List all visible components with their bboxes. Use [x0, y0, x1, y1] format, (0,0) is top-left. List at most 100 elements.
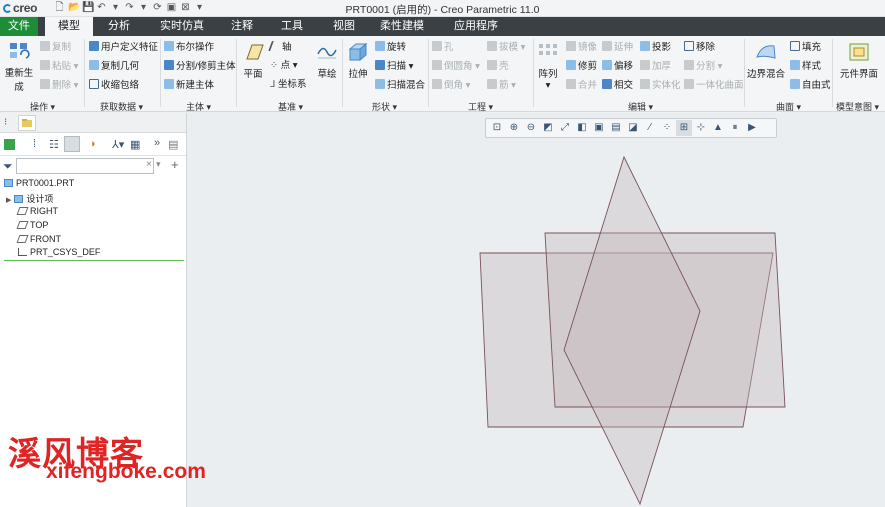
extrude-button[interactable]: 拉伸 [344, 41, 372, 80]
new-body-button[interactable]: 新建主体 [164, 79, 214, 92]
style-button[interactable]: 样式 [790, 60, 821, 73]
tree-search-input[interactable] [16, 158, 154, 174]
copy-geometry-button[interactable]: 复制几何 [89, 60, 139, 73]
insert-indicator[interactable] [4, 260, 184, 261]
group-label-datum[interactable]: 基准 ▾ [278, 100, 303, 113]
expand-arrow-icon[interactable]: ▶ [6, 197, 11, 204]
intersect-button[interactable]: 相交 [602, 79, 633, 92]
ribbon-separator [160, 39, 161, 107]
rib-button[interactable]: 筋 ▾ [487, 79, 516, 92]
user-defined-feature-button[interactable]: 用户定义特征 [89, 41, 158, 54]
menu-file[interactable]: 文件 [0, 17, 38, 36]
mirror-button[interactable]: 镜像 [566, 41, 597, 54]
group-label-model-intent[interactable]: 模型意图 ▾ [836, 100, 879, 113]
remove-button[interactable]: 移除 [684, 41, 715, 54]
pattern-button[interactable]: 阵列 ▾ [535, 41, 561, 91]
axis-button[interactable]: 轴 [268, 41, 292, 54]
merge-button[interactable]: 合并 [566, 79, 597, 92]
folder-browser-tab[interactable] [18, 115, 36, 131]
menu-model[interactable]: 模型 [45, 17, 93, 36]
split-button[interactable]: 分割 ▾ [684, 60, 722, 73]
menu-applications[interactable]: 应用程序 [446, 17, 506, 36]
group-label-get-data[interactable]: 获取数据 ▾ [100, 100, 143, 113]
style-icon [790, 60, 800, 70]
title-bar: creo 🗋 📂 💾 ↶ ▾ ↷ ▾ ⟳ ▣ ⊠ ▾ PRT0001 (启用的)… [0, 0, 885, 17]
project-button[interactable]: 投影 [640, 41, 671, 54]
sweep-button[interactable]: 扫描 ▾ [375, 60, 413, 73]
tree-item-design-items[interactable]: ▶ 设计项 [6, 192, 53, 205]
tree-item-right[interactable]: RIGHT [16, 206, 58, 216]
copy-button[interactable]: 复制 [40, 41, 71, 54]
split-icon [684, 60, 694, 70]
point-icon: ⁘ [270, 60, 281, 71]
show-tree-icon[interactable]: ⁞ [33, 138, 36, 150]
columns-icon[interactable] [64, 136, 80, 152]
plane-button[interactable]: 平面 [240, 41, 266, 80]
list-view-icon[interactable]: ☷ [49, 138, 59, 151]
menu-annotate[interactable]: 注释 [220, 17, 264, 36]
tree-item-top[interactable]: TOP [16, 220, 48, 230]
tree-item-part[interactable]: PRT0001.PRT [4, 178, 74, 188]
group-label-operations[interactable]: 操作 ▾ [30, 100, 55, 113]
round-button[interactable]: 倒圆角 ▾ [432, 60, 480, 73]
delete-button[interactable]: 删除 ▾ [40, 79, 78, 92]
extend-button[interactable]: 延伸 [602, 41, 633, 54]
add-column-icon[interactable]: + [171, 157, 179, 172]
folder-icon [22, 119, 32, 127]
tree-item-csys[interactable]: PRT_CSYS_DEF [18, 247, 100, 257]
filter-dropdown-icon[interactable]: ▾ [156, 159, 161, 170]
unify-surface-button[interactable]: 一体化曲面 [684, 79, 744, 92]
hole-button[interactable]: 孔 [432, 41, 454, 54]
notes-icon[interactable]: ▤ [168, 138, 178, 151]
trim-button[interactable]: 修剪 [566, 60, 597, 73]
copy-icon [40, 41, 50, 51]
round-icon [432, 60, 442, 70]
shell-button[interactable]: 壳 [487, 60, 509, 73]
menu-flexible-modeling[interactable]: 柔性建模 [372, 17, 432, 36]
boundary-blend-button[interactable]: 边界混合 [746, 41, 786, 80]
solidify-button[interactable]: 实体化 [640, 79, 681, 92]
menu-analysis[interactable]: 分析 [96, 17, 142, 36]
solidify-icon [640, 79, 650, 89]
group-label-engineering[interactable]: 工程 ▾ [468, 100, 493, 113]
group-label-surfaces[interactable]: 曲面 ▾ [776, 100, 801, 113]
menu-tools[interactable]: 工具 [270, 17, 314, 36]
swept-blend-button[interactable]: 扫描混合 [375, 79, 425, 92]
tree-filter-icon[interactable]: ⅄▾ [112, 138, 124, 151]
remove-icon [684, 41, 694, 51]
more-icon[interactable]: » [154, 137, 160, 149]
feature-icon[interactable]: ◗ [90, 138, 97, 150]
graphics-area[interactable]: ⊡ ⊕ ⊖ ◩ ⤢ ◧ ▣ ▤ ◪ ⁄ ⁘ ⊞ ⊹ ▲ ⏸ ▶ [188, 113, 885, 507]
point-button[interactable]: ⁘ 点 ▾ [270, 60, 298, 72]
model-tree-tab-icon[interactable]: ⁝ [4, 117, 7, 128]
menu-view[interactable]: 视图 [322, 17, 366, 36]
clear-filter-icon[interactable]: × [146, 159, 152, 170]
ribbon-separator [832, 39, 833, 107]
paste-button[interactable]: 粘贴 ▾ [40, 60, 78, 73]
chamfer-button[interactable]: 倒角 ▾ [432, 79, 470, 92]
settings-icon[interactable]: ▦ [130, 138, 140, 151]
thicken-button[interactable]: 加厚 [640, 60, 671, 73]
group-label-shapes[interactable]: 形状 ▾ [372, 100, 397, 113]
split-trim-body-button[interactable]: 分割/修剪主体 [164, 60, 236, 73]
model-view [479, 155, 786, 506]
regenerate-button[interactable]: 重新生成 [2, 40, 36, 93]
offset-button[interactable]: 偏移 [602, 60, 633, 73]
datum-plane-right[interactable] [563, 155, 701, 506]
menu-live-simulation[interactable]: 实时仿真 [150, 17, 214, 36]
body-display-icon[interactable] [4, 139, 15, 150]
csys-button[interactable]: ⅃ 坐标系 [270, 79, 306, 91]
freestyle-button[interactable]: 自由式 [790, 79, 831, 92]
fill-button[interactable]: 填充 [790, 41, 821, 54]
tree-toolbar: ⁞ ☷ ◗ ⅄▾ ▦ » ▤ [0, 134, 186, 156]
draft-button[interactable]: 拔模 ▾ [487, 41, 525, 54]
tree-item-front[interactable]: FRONT [16, 234, 61, 244]
merge-icon [566, 79, 576, 89]
group-label-editing[interactable]: 编辑 ▾ [628, 100, 653, 113]
sketch-button[interactable]: 草绘 [314, 41, 340, 80]
shrinkwrap-button[interactable]: 收缩包络 [89, 79, 139, 92]
component-interface-button[interactable]: 元件界面 [836, 41, 882, 80]
boolean-button[interactable]: 布尔操作 [164, 41, 214, 54]
revolve-button[interactable]: 旋转 [375, 41, 406, 54]
group-label-body[interactable]: 主体 ▾ [186, 100, 211, 113]
